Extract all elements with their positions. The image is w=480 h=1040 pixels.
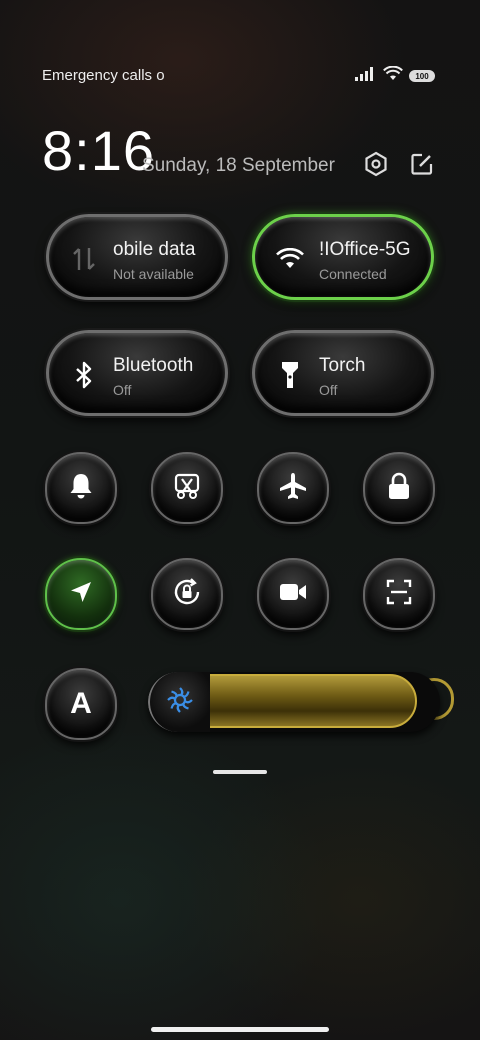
- airplane-mode-toggle[interactable]: [257, 452, 329, 524]
- video-camera-icon: [278, 581, 308, 608]
- torch-tile[interactable]: Torch Off: [252, 330, 434, 416]
- brightness-level-fill[interactable]: [206, 674, 417, 728]
- expand-corner-icon: [416, 284, 421, 289]
- wifi-tile[interactable]: !IOffice-5G Connected: [252, 214, 434, 300]
- lock-screen-toggle[interactable]: [363, 452, 435, 524]
- tile-title: !IOffice-5G: [319, 239, 411, 260]
- lock-icon: [387, 472, 411, 505]
- settings-icon[interactable]: [362, 150, 390, 178]
- wifi-icon: [383, 65, 403, 86]
- ring-mode-toggle[interactable]: [45, 452, 117, 524]
- tile-subtitle: Not available: [113, 266, 194, 282]
- tile-subtitle: Off: [113, 382, 132, 398]
- rotation-lock-icon: [172, 577, 202, 612]
- screen-recorder-toggle[interactable]: [257, 558, 329, 630]
- date[interactable]: Sunday, 18 September: [142, 155, 335, 177]
- signal-icon: [355, 66, 377, 86]
- brightness-slider[interactable]: [148, 672, 440, 732]
- screenshot-icon: [173, 472, 201, 505]
- location-toggle[interactable]: [45, 558, 117, 630]
- tile-title: Torch: [319, 355, 366, 376]
- scanner-toggle[interactable]: [363, 558, 435, 630]
- rotation-lock-toggle[interactable]: [151, 558, 223, 630]
- tile-title: obile data: [113, 239, 196, 260]
- edit-icon[interactable]: [408, 150, 436, 178]
- clock[interactable]: 8:16: [42, 120, 155, 182]
- auto-brightness-toggle[interactable]: A: [45, 668, 117, 740]
- status-text: Emergency calls o: [42, 67, 165, 84]
- airplane-icon: [278, 471, 308, 506]
- tile-subtitle: Connected: [319, 266, 387, 282]
- status-icons: 100: [355, 65, 435, 86]
- location-icon: [69, 580, 93, 609]
- bluetooth-icon: [69, 360, 99, 390]
- wifi-icon: [275, 244, 305, 274]
- tile-title: Bluetooth: [113, 355, 194, 376]
- panel-drag-handle[interactable]: [213, 770, 267, 774]
- mobile-data-tile[interactable]: obile data Not available: [46, 214, 228, 300]
- auto-brightness-icon: A: [70, 687, 92, 720]
- tile-subtitle: Off: [319, 382, 338, 398]
- battery-icon: 100: [409, 70, 435, 82]
- bluetooth-tile[interactable]: Bluetooth Off: [46, 330, 228, 416]
- scanner-icon: [385, 578, 413, 611]
- expand-corner-icon: [210, 400, 215, 405]
- torch-icon: [275, 360, 305, 390]
- mobile-data-icon: [69, 244, 99, 274]
- brightness-icon: [166, 686, 194, 719]
- brightness-knob[interactable]: [148, 672, 210, 732]
- bell-icon: [68, 472, 94, 505]
- screenshot-toggle[interactable]: [151, 452, 223, 524]
- gesture-nav-bar[interactable]: [151, 1027, 329, 1032]
